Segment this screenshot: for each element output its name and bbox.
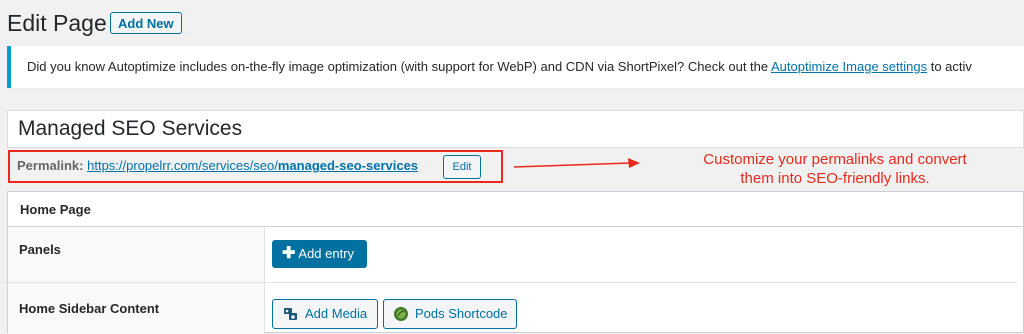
- metabox-title: Home Page: [8, 192, 1023, 227]
- add-entry-button[interactable]: ✚ Add entry: [272, 240, 367, 268]
- add-media-button[interactable]: Add Media: [272, 299, 378, 329]
- pods-shortcode-label: Pods Shortcode: [415, 306, 508, 321]
- post-title-input[interactable]: Managed SEO Services: [7, 110, 1024, 148]
- add-entry-label: Add entry: [298, 246, 355, 261]
- permalink-row: Permalink: https://propelrr.com/services…: [17, 150, 418, 183]
- pods-icon: [394, 306, 408, 321]
- permalink-base-url: https://propelrr.com/services/seo/: [87, 158, 278, 173]
- plus-icon: ✚: [282, 245, 296, 262]
- autoptimize-notice: Did you know Autoptimize includes on-the…: [7, 46, 1024, 88]
- permalink-link[interactable]: https://propelrr.com/services/seo/manage…: [87, 158, 418, 173]
- row-divider: [0, 282, 1017, 283]
- arrow-right-icon: [513, 158, 640, 168]
- permalink-slug: managed-seo-services: [277, 158, 419, 173]
- notice-text-before: Did you know Autoptimize includes on-the…: [27, 59, 772, 74]
- permalink-edit-button[interactable]: Edit: [443, 155, 481, 179]
- notice-text-after: to activ: [927, 59, 972, 74]
- permalink-annotation: Customize your permalinks and convert th…: [650, 150, 1020, 188]
- page-title: Edit Page: [7, 10, 107, 36]
- add-media-label: Add Media: [305, 306, 368, 321]
- annotation-line-2: them into SEO-friendly links.: [740, 170, 930, 187]
- pods-shortcode-button[interactable]: Pods Shortcode: [383, 299, 517, 329]
- permalink-label: Permalink:: [17, 158, 84, 173]
- media-icon: [284, 307, 297, 320]
- add-new-button[interactable]: Add New: [110, 12, 182, 34]
- autoptimize-settings-link[interactable]: Autoptimize Image settings: [771, 59, 927, 74]
- field-label-panels: Panels: [19, 242, 61, 257]
- annotation-line-1: Customize your permalinks and convert: [703, 151, 967, 168]
- field-label-home-sidebar: Home Sidebar Content: [19, 301, 160, 316]
